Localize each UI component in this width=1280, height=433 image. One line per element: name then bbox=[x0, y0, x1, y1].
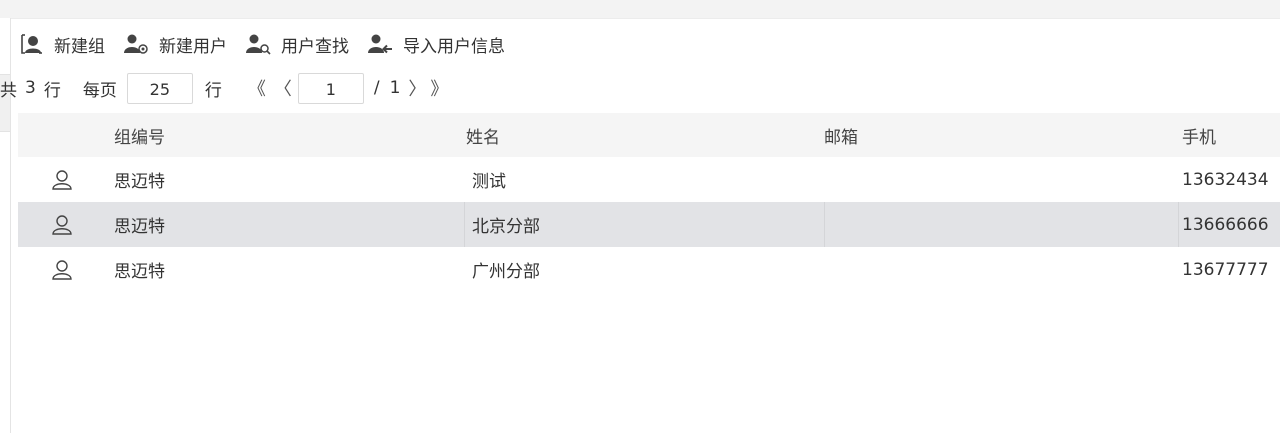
page-size-input[interactable]: 25 bbox=[126, 72, 193, 104]
import-user-label: 导入用户信息 bbox=[403, 36, 505, 57]
prev-page-button[interactable]: 〈 bbox=[274, 75, 292, 101]
group-cell: 思迈特 bbox=[114, 217, 165, 237]
email-cell bbox=[824, 157, 1174, 202]
new-user-label: 新建用户 bbox=[159, 36, 227, 57]
user-icon bbox=[18, 202, 106, 247]
per-page-suffix: 行 bbox=[204, 80, 222, 101]
find-user-label: 用户查找 bbox=[281, 36, 349, 57]
table-row[interactable]: 思迈特 测试 13632434 bbox=[18, 157, 1280, 202]
group-cell: 思迈特 bbox=[114, 262, 165, 282]
total-count: 3 bbox=[25, 78, 36, 98]
column-header-email[interactable]: 邮箱 bbox=[824, 113, 1174, 157]
first-page-button[interactable]: 《 bbox=[248, 75, 266, 101]
column-header-phone[interactable]: 手机 bbox=[1182, 113, 1280, 157]
next-page-button[interactable]: 〉 bbox=[408, 75, 426, 101]
table-row-selected[interactable]: 思迈特 北京分部 13666666 bbox=[18, 202, 1280, 247]
phone-cell: 13677777 bbox=[1182, 259, 1269, 280]
user-icon bbox=[18, 247, 106, 292]
search-user-icon bbox=[246, 34, 271, 55]
import-user-icon bbox=[368, 34, 392, 54]
name-cell: 广州分部 bbox=[472, 262, 540, 282]
new-group-icon bbox=[21, 34, 42, 54]
page-total: 1 bbox=[389, 78, 401, 98]
new-group-button[interactable]: 新建组 bbox=[20, 32, 105, 57]
page-separator: / bbox=[373, 78, 380, 98]
new-group-label: 新建组 bbox=[54, 36, 105, 57]
phone-cell: 13666666 bbox=[1182, 214, 1269, 235]
email-cell bbox=[824, 247, 1174, 292]
table-header-row: 组编号 姓名 邮箱 手机 bbox=[18, 113, 1280, 157]
header-icon-cell bbox=[18, 113, 106, 157]
column-header-name[interactable]: 姓名 bbox=[466, 113, 816, 157]
column-divider bbox=[1178, 202, 1179, 247]
total-prefix: 共 bbox=[0, 80, 17, 101]
find-user-button[interactable]: 用户查找 bbox=[245, 32, 349, 57]
last-page-button[interactable]: 》 bbox=[430, 75, 448, 101]
name-cell: 测试 bbox=[472, 172, 506, 192]
column-header-group[interactable]: 组编号 bbox=[114, 113, 454, 157]
toolbar: 新建组 新建用户 用户查找 导入用户信息 bbox=[20, 30, 523, 58]
pagination-bar: 共 3 行 每页 25 行 《 〈 1 / 1 〉 》 bbox=[0, 71, 448, 105]
email-cell bbox=[824, 202, 1174, 247]
top-strip bbox=[0, 0, 1280, 19]
user-table: 组编号 姓名 邮箱 手机 思迈特 测试 13632434 思迈特 北京分部 13… bbox=[18, 113, 1280, 292]
group-cell: 思迈特 bbox=[114, 172, 165, 192]
phone-cell: 13632434 bbox=[1182, 169, 1269, 190]
import-user-button[interactable]: 导入用户信息 bbox=[367, 32, 505, 57]
total-suffix: 行 bbox=[43, 80, 61, 101]
name-cell: 北京分部 bbox=[472, 217, 540, 237]
user-icon bbox=[18, 157, 106, 202]
table-row[interactable]: 思迈特 广州分部 13677777 bbox=[18, 247, 1280, 292]
current-page-input[interactable]: 1 bbox=[297, 72, 364, 104]
new-user-button[interactable]: 新建用户 bbox=[123, 32, 227, 57]
per-page-label: 每页 bbox=[82, 80, 117, 101]
add-user-icon bbox=[124, 34, 148, 54]
column-divider bbox=[464, 202, 465, 247]
